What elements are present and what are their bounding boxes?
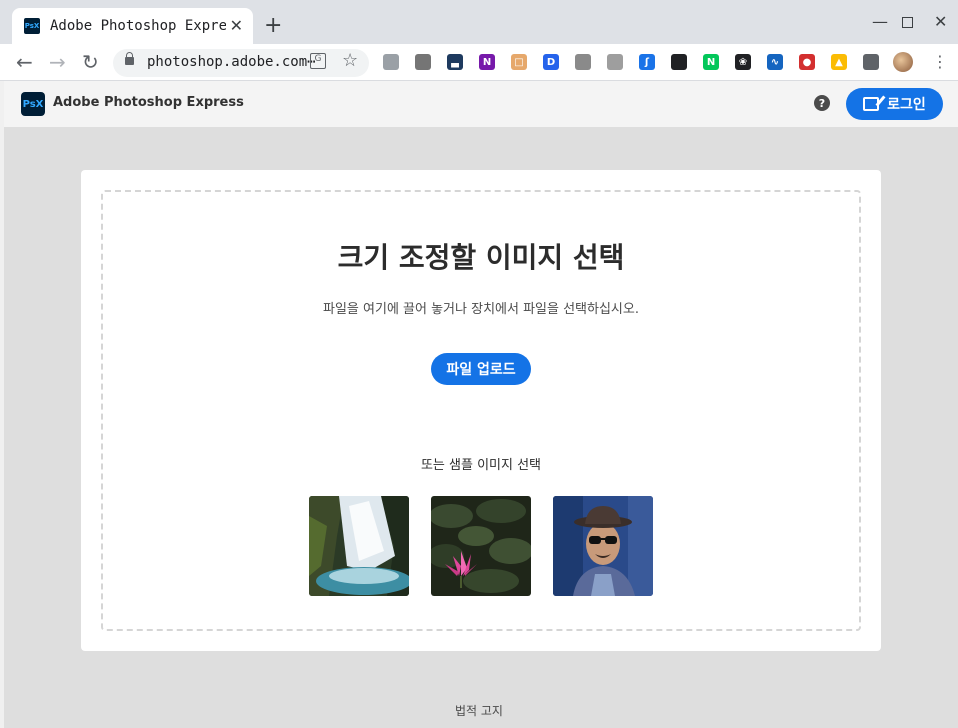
translate-page-icon[interactable]: G: [310, 53, 326, 69]
edit-icon: [863, 97, 880, 111]
forward-arrow-icon[interactable]: →: [49, 51, 66, 73]
reload-icon[interactable]: ↻: [82, 51, 99, 73]
browser-menu-icon[interactable]: ⋮: [932, 53, 948, 71]
photoshop-express-logo[interactable]: PsX: [21, 92, 45, 116]
chart-extension-icon[interactable]: ▃: [447, 54, 463, 70]
d-extension-icon[interactable]: D: [543, 54, 559, 70]
close-tab-icon[interactable]: ✕: [230, 17, 243, 35]
address-bar[interactable]: photoshop.adobe.com⋯: [113, 49, 369, 77]
face-extension-icon[interactable]: □: [511, 54, 527, 70]
hexagon-extension-icon[interactable]: [575, 54, 591, 70]
google-drive-icon[interactable]: ▲: [831, 54, 847, 70]
red-extension-icon[interactable]: ●: [799, 54, 815, 70]
bookmark-star-icon[interactable]: ☆: [342, 50, 358, 71]
paw-extension-icon[interactable]: ❀: [735, 54, 751, 70]
picture-in-picture-icon[interactable]: [671, 54, 687, 70]
profile-avatar[interactable]: [893, 52, 913, 72]
back-arrow-icon[interactable]: ←: [16, 51, 33, 73]
tab-title: Adobe Photoshop Express: [50, 18, 226, 34]
upload-file-button[interactable]: 파일 업로드: [431, 353, 531, 385]
app-title: Adobe Photoshop Express: [53, 95, 244, 110]
lock-icon[interactable]: [125, 52, 134, 65]
shield-extension-icon[interactable]: [607, 54, 623, 70]
sample-image-portrait[interactable]: [553, 496, 653, 596]
onenote-extension-icon[interactable]: N: [479, 54, 495, 70]
legal-notice-link[interactable]: 법적 고지: [0, 702, 958, 719]
sample-images-label: 또는 샘플 이미지 선택: [420, 458, 542, 473]
image-select-card: 크기 조정할 이미지 선택 파일을 여기에 끌어 놓거나 장치에서 파일을 선택…: [81, 170, 881, 651]
window-edge: [0, 81, 4, 728]
maximize-window-icon[interactable]: [902, 17, 913, 28]
minimize-window-icon[interactable]: —: [872, 12, 888, 31]
login-button[interactable]: 로그인: [846, 88, 943, 120]
photoshop-favicon-icon: PsX: [24, 18, 40, 34]
notifications-icon[interactable]: [383, 54, 399, 70]
browser-toolbar: ← → ↻ photoshop.adobe.com⋯ G ☆ ▃ N □ Dʃ N ❀ ∿ ●…: [0, 44, 958, 81]
drop-instructions: 파일을 여기에 끌어 놓거나 장치에서 파일을 선택하십시오.: [323, 302, 639, 317]
url-text[interactable]: photoshop.adobe.com⋯: [147, 54, 316, 70]
sample-image-lotus[interactable]: [431, 496, 531, 596]
browser-tab-strip: PsX Adobe Photoshop Express ✕ + — ✕: [0, 0, 958, 44]
page-title: 크기 조정할 이미지 선택: [337, 241, 625, 274]
translate-extension-icon[interactable]: ʃ: [639, 54, 655, 70]
camera-icon[interactable]: [415, 54, 431, 70]
help-icon[interactable]: ?: [814, 95, 830, 111]
browser-tab[interactable]: PsX Adobe Photoshop Express ✕: [12, 8, 253, 44]
close-window-icon[interactable]: ✕: [934, 12, 947, 31]
new-tab-icon[interactable]: +: [264, 15, 282, 37]
file-drop-zone[interactable]: 크기 조정할 이미지 선택 파일을 여기에 끌어 놓거나 장치에서 파일을 선택…: [101, 190, 861, 631]
app-header: PsX Adobe Photoshop Express ? 로그인: [4, 81, 958, 127]
sample-image-waterfall[interactable]: [309, 496, 409, 596]
wave-extension-icon[interactable]: ∿: [767, 54, 783, 70]
login-button-label: 로그인: [887, 97, 926, 113]
puzzle-extensions-icon[interactable]: [863, 54, 879, 70]
naver-extension-icon[interactable]: N: [703, 54, 719, 70]
